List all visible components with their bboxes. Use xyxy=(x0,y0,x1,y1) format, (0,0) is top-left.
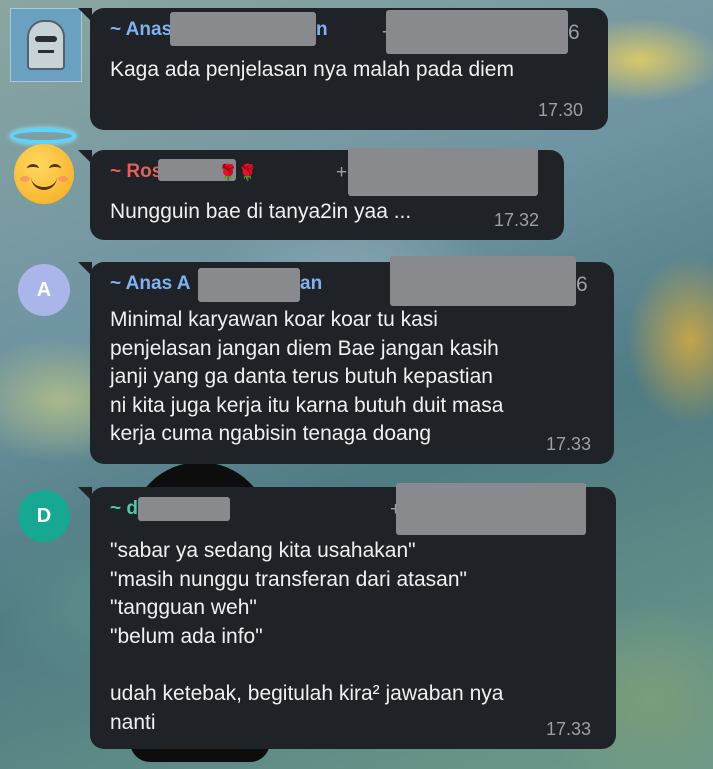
redacted-name-box xyxy=(198,268,300,302)
sender-avatar-image[interactable] xyxy=(10,8,82,82)
message-time: 17.33 xyxy=(546,719,592,739)
message-bubble[interactable]: ~ Anas n - 6 Kaga ada penjelasan nya mal… xyxy=(78,8,608,130)
message-bubble[interactable]: ~ Anas A an 6 Minimal karyawan koar koar… xyxy=(78,256,614,464)
redacted-phone-box xyxy=(386,10,568,54)
redacted-phone-box xyxy=(390,256,576,306)
message-text: Nungguin bae di tanya2in yaa ... xyxy=(110,200,412,223)
sender-name[interactable]: ~ Anas A xyxy=(110,273,190,295)
sender-name[interactable]: ~ d xyxy=(110,498,138,520)
message-text: Minimal karyawan koar koar tu kasi penje… xyxy=(110,308,504,446)
sender-name[interactable]: ~ Ros xyxy=(110,161,162,183)
halo-icon xyxy=(10,128,76,144)
sender-name-tail: an xyxy=(300,273,323,294)
avatar-letter: A xyxy=(36,278,52,301)
sender-avatar-letter[interactable]: A xyxy=(18,264,70,316)
redacted-name-box xyxy=(138,497,230,521)
sender-name-tail: n xyxy=(316,19,328,40)
phone-number-tail: 6 xyxy=(576,273,588,296)
message-time: 17.33 xyxy=(546,434,592,454)
redacted-phone-box xyxy=(396,483,586,535)
ghost-avatar-icon xyxy=(27,20,65,70)
message-time: 17.30 xyxy=(538,100,584,120)
smiling-face-with-halo-icon xyxy=(14,144,74,204)
phone-number-tail: 6 xyxy=(568,21,580,44)
message-text: "sabar ya sedang kita usahakan" "masih n… xyxy=(110,539,504,734)
sender-avatar-letter[interactable]: D xyxy=(18,490,70,542)
message-bubble[interactable]: ~ d + "sabar ya sedang kita usahakan" "m… xyxy=(78,483,616,749)
message-text: Kaga ada penjelasan nya malah pada diem xyxy=(110,58,514,81)
redacted-name-box xyxy=(170,12,316,46)
sender-name[interactable]: ~ Anas xyxy=(110,19,172,41)
redacted-phone-box xyxy=(348,148,538,196)
sender-avatar-emoji[interactable] xyxy=(10,128,80,208)
message-time: 17.32 xyxy=(494,210,540,230)
avatar-letter: D xyxy=(36,504,52,527)
rose-emoji-icon: 🌹🌹 xyxy=(218,165,258,182)
message-bubble[interactable]: ~ Ros 🌹🌹 + Nungguin bae di tanya2in yaa … xyxy=(78,148,564,240)
phone-prefix: + xyxy=(336,162,348,183)
